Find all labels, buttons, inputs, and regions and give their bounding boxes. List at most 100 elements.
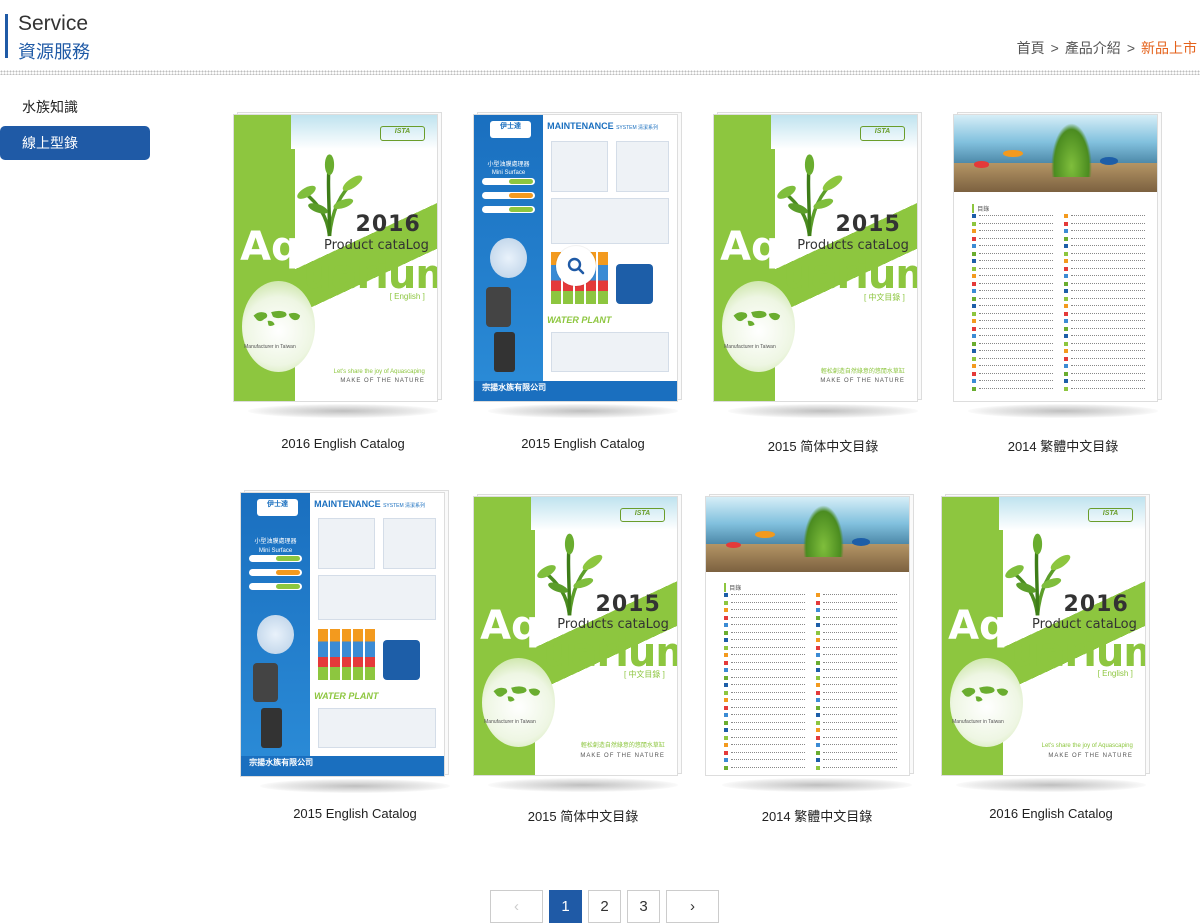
- pagination: ‹ 1 2 3 ›: [490, 890, 719, 923]
- catalog-subtitle: Products cataLog: [557, 616, 669, 632]
- catalog-slogan: 輕松創造自然綠意的悠閒水草缸 MAKE OF THE NATURE: [820, 368, 905, 385]
- catalog-card[interactable]: ISTA2015Products cataLogAquarium[ 中文目錄 ]…: [463, 490, 703, 840]
- world-map-icon: [493, 686, 541, 703]
- cover-aq-text: Aq: [480, 602, 540, 649]
- catalog-cover[interactable]: ISTA2016Product cataLogAquarium[ English…: [931, 490, 1171, 800]
- catalog-cover[interactable]: 目錄: [943, 110, 1183, 420]
- catalog-year: 2016: [1063, 591, 1129, 617]
- maintenance-title: MAINTENANCE SYSTEM 清潔系列: [314, 498, 426, 509]
- catalog-title[interactable]: 2016 English Catalog: [931, 806, 1171, 821]
- cover-aq-text: Aq: [720, 223, 780, 270]
- catalog-language-tag: [ 中文目錄 ]: [863, 293, 905, 303]
- aquarium-photo: [706, 497, 909, 573]
- feature-pills: [482, 177, 535, 220]
- cover-shadow: [956, 778, 1146, 792]
- catalog-title[interactable]: 2014 繁體中文目錄: [943, 436, 1183, 455]
- catalog-grid: ISTA2016Product cataLogAquarium[ English…: [205, 100, 1200, 840]
- manufacturer-note: Manufacturer in Taiwan: [244, 343, 296, 350]
- catalog-card[interactable]: ISTA2016Product cataLogAquarium[ English…: [931, 490, 1171, 840]
- ista-logo: ISTA: [380, 126, 425, 141]
- cover-shadow: [488, 404, 678, 418]
- catalog-cover-image: 目錄: [705, 496, 910, 776]
- ista-logo: ISTA: [620, 508, 665, 522]
- cover-shadow: [260, 779, 450, 793]
- catalog-card[interactable]: 伊士達小型油膜處理器 Mini Surface SkimmerMAINTENAN…: [463, 110, 703, 460]
- catalog-card[interactable]: ISTA2016Product cataLogAquarium[ English…: [223, 110, 463, 460]
- sidebar-item-online-catalog[interactable]: 線上型錄: [0, 126, 150, 160]
- catalog-card[interactable]: 目錄 2014 繁體中文目錄: [697, 490, 937, 840]
- ista-logo: ISTA: [860, 126, 905, 141]
- catalog-cover-image: ISTA2015Products cataLogAquarium[ 中文目錄 ]…: [473, 496, 678, 776]
- next-page-button[interactable]: ›: [666, 890, 719, 923]
- sidebar: 水族知識 線上型錄: [0, 90, 150, 160]
- toc-heading: 目錄: [972, 203, 989, 213]
- breadcrumb-separator: >: [1050, 40, 1059, 56]
- chevron-left-icon: ‹: [514, 898, 519, 915]
- cover-aq-text: Aq: [948, 602, 1008, 649]
- catalog-title[interactable]: 2015 English Catalog: [235, 806, 475, 821]
- header-divider: [0, 70, 1200, 75]
- catalog-language-tag: [ 中文目錄 ]: [623, 670, 665, 680]
- catalog-cover[interactable]: ISTA2015Products cataLogAquarium[ 中文目錄 ]…: [463, 490, 703, 800]
- cover-shadow: [968, 404, 1158, 418]
- catalog-year: 2015: [835, 212, 901, 238]
- catalog-subtitle: Products cataLog: [797, 237, 909, 253]
- toc-heading: 目錄: [724, 583, 741, 593]
- catalog-title[interactable]: 2016 English Catalog: [223, 436, 463, 451]
- catalog-title[interactable]: 2015 简体中文目錄: [703, 436, 943, 455]
- ista-logo: 伊士達: [490, 120, 531, 138]
- manufacturer-note: Manufacturer in Taiwan: [724, 343, 776, 350]
- cover-aq-text: Aq: [240, 223, 300, 270]
- world-map-icon: [253, 310, 301, 326]
- catalog-subtitle: Product cataLog: [1032, 616, 1137, 632]
- catalog-year: 2016: [355, 212, 421, 238]
- catalog-slogan: 輕松創造自然綠意的悠閒水草缸 MAKE OF THE NATURE: [580, 742, 665, 759]
- cover-shadow: [488, 778, 678, 792]
- header-accent-bar: [5, 14, 8, 58]
- page-button-2[interactable]: 2: [588, 890, 621, 923]
- ista-logo: ISTA: [1088, 508, 1133, 522]
- water-plant-label: WATER PLANT: [314, 691, 379, 702]
- catalog-title[interactable]: 2015 简体中文目錄: [463, 806, 703, 825]
- catalog-cover[interactable]: ISTA2015Products cataLogAquarium[ 中文目錄 ]…: [703, 110, 943, 420]
- catalog-card[interactable]: ISTA2015Products cataLogAquarium[ 中文目錄 ]…: [703, 110, 943, 460]
- catalog-card[interactable]: 目錄 2014 繁體中文目錄: [943, 110, 1183, 460]
- manufacturer-note: Manufacturer in Taiwan: [952, 719, 1004, 726]
- catalog-cover[interactable]: ISTA2016Product cataLogAquarium[ English…: [223, 110, 463, 420]
- aquarium-photo: [954, 115, 1157, 193]
- breadcrumb-products[interactable]: 產品介紹: [1065, 38, 1121, 58]
- world-map-icon: [961, 686, 1009, 703]
- water-plant-label: WATER PLANT: [547, 315, 612, 326]
- page-header: Service 資源服務 首頁 > 產品介紹 > 新品上市: [0, 0, 1200, 76]
- catalog-cover[interactable]: 伊士達小型油膜處理器 Mini Surface SkimmerMAINTENAN…: [463, 110, 703, 420]
- catalog-slogan: Let's share the joy of Aquascaping MAKE O…: [333, 368, 425, 385]
- catalog-language-tag: [ English ]: [1097, 669, 1133, 679]
- company-name: 宗揚水族有限公司: [482, 382, 547, 392]
- page-button-1[interactable]: 1: [549, 890, 582, 923]
- catalog-slogan: Let's share the joy of Aquascaping MAKE O…: [1041, 742, 1133, 759]
- company-name: 宗揚水族有限公司: [249, 758, 314, 768]
- catalog-title[interactable]: 2014 繁體中文目錄: [697, 806, 937, 825]
- maintenance-title: MAINTENANCE SYSTEM 清潔系列: [547, 120, 659, 131]
- manufacturer-note: Manufacturer in Taiwan: [484, 719, 536, 726]
- breadcrumb-new-products[interactable]: 新品上市: [1141, 38, 1197, 58]
- catalog-card[interactable]: 伊士達小型油膜處理器 Mini Surface SkimmerMAINTENAN…: [235, 490, 475, 840]
- catalog-subtitle: Product cataLog: [324, 237, 429, 253]
- catalog-title[interactable]: 2015 English Catalog: [463, 436, 703, 451]
- page-button-3[interactable]: 3: [627, 890, 660, 923]
- catalog-cover-image: 伊士達小型油膜處理器 Mini Surface SkimmerMAINTENAN…: [240, 492, 445, 777]
- breadcrumb-separator: >: [1126, 40, 1135, 56]
- cover-shadow: [248, 404, 438, 418]
- cover-shadow: [722, 778, 912, 792]
- sidebar-item-aquarium-knowledge[interactable]: 水族知識: [0, 90, 150, 124]
- prev-page-button[interactable]: ‹: [490, 890, 543, 923]
- chevron-right-icon: ›: [690, 898, 695, 915]
- zoom-button[interactable]: [555, 246, 596, 286]
- catalog-cover-image: 目錄: [953, 114, 1158, 402]
- breadcrumb-home[interactable]: 首頁: [1017, 38, 1045, 58]
- catalog-cover[interactable]: 伊士達小型油膜處理器 Mini Surface SkimmerMAINTENAN…: [235, 490, 475, 800]
- catalog-cover-image: ISTA2016Product cataLogAquarium[ English…: [941, 496, 1146, 776]
- world-map-icon: [733, 310, 781, 326]
- catalog-cover[interactable]: 目錄: [697, 490, 937, 800]
- ista-logo: 伊士達: [257, 498, 298, 516]
